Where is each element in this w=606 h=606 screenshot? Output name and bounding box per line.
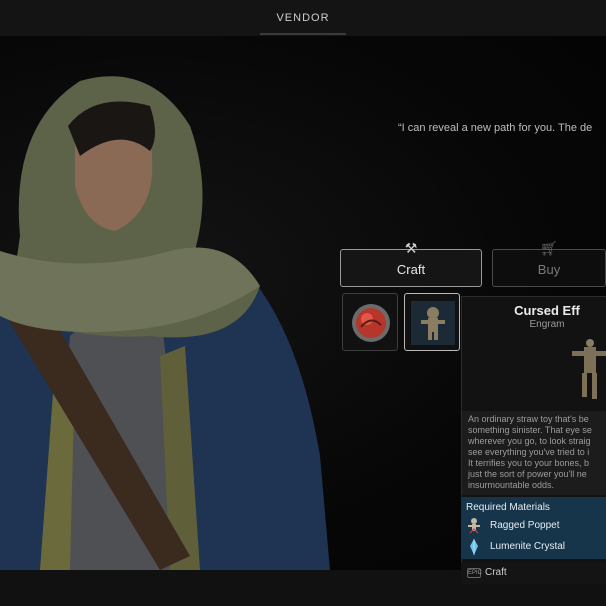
crystal-icon	[470, 539, 478, 555]
item-name: Cursed Eff	[514, 303, 580, 318]
material-row[interactable]: Ragged Poppet	[464, 516, 606, 536]
tab-craft-label: Craft	[396, 262, 426, 277]
voodoo-doll-icon	[411, 301, 455, 345]
tab-craft[interactable]: ⚒ Craft	[340, 240, 482, 287]
cart-icon: 🛒︎	[540, 240, 558, 256]
item-preview-image	[572, 339, 606, 399]
item-detail-panel: Cursed Eff Engram An ordinary straw toy …	[461, 296, 606, 570]
required-materials: Required Materials Ragged Poppet Lumenit…	[462, 497, 606, 559]
description-line: wherever you go, to look straig	[468, 436, 591, 446]
description-line: just the sort of power you'll ne	[468, 469, 587, 479]
vendor-tab-title[interactable]: VENDOR	[260, 0, 346, 36]
tab-buy-label: Buy	[537, 262, 561, 277]
description-line: insurmountable odds.	[468, 480, 555, 490]
item-slot-cursed-effigy[interactable]	[404, 293, 460, 351]
materials-title: Required Materials	[466, 502, 550, 513]
red-orb-engram-icon	[352, 304, 390, 342]
top-bar: VENDOR	[0, 0, 606, 36]
description-line: It terrifies you to your bones, b	[468, 458, 590, 468]
material-row[interactable]: Lumenite Crystal	[464, 537, 606, 557]
item-type: Engram	[529, 319, 565, 330]
item-description: An ordinary straw toy that's be somethin…	[462, 411, 606, 495]
poppet-icon	[468, 518, 480, 534]
material-label: Ragged Poppet	[490, 520, 560, 531]
item-slot-red-orb[interactable]	[342, 293, 398, 351]
material-label: Lumenite Crystal	[490, 541, 566, 552]
craft-action-label: Craft	[485, 567, 507, 578]
craft-action-button[interactable]: EPIC Craft	[461, 562, 606, 584]
tab-buy[interactable]: 🛒︎ Buy	[492, 240, 606, 287]
description-line: An ordinary straw toy that's be	[468, 414, 589, 424]
tools-icon: ⚒	[404, 240, 418, 256]
vendor-tab-underline	[260, 33, 346, 35]
description-line: something sinister. That eye se	[468, 425, 592, 435]
key-prompt-icon: EPIC	[467, 568, 483, 578]
description-line: see everything you've tried to i	[468, 447, 590, 457]
vendor-dialogue-quote: “I can reveal a new path for you. The de	[398, 122, 593, 134]
